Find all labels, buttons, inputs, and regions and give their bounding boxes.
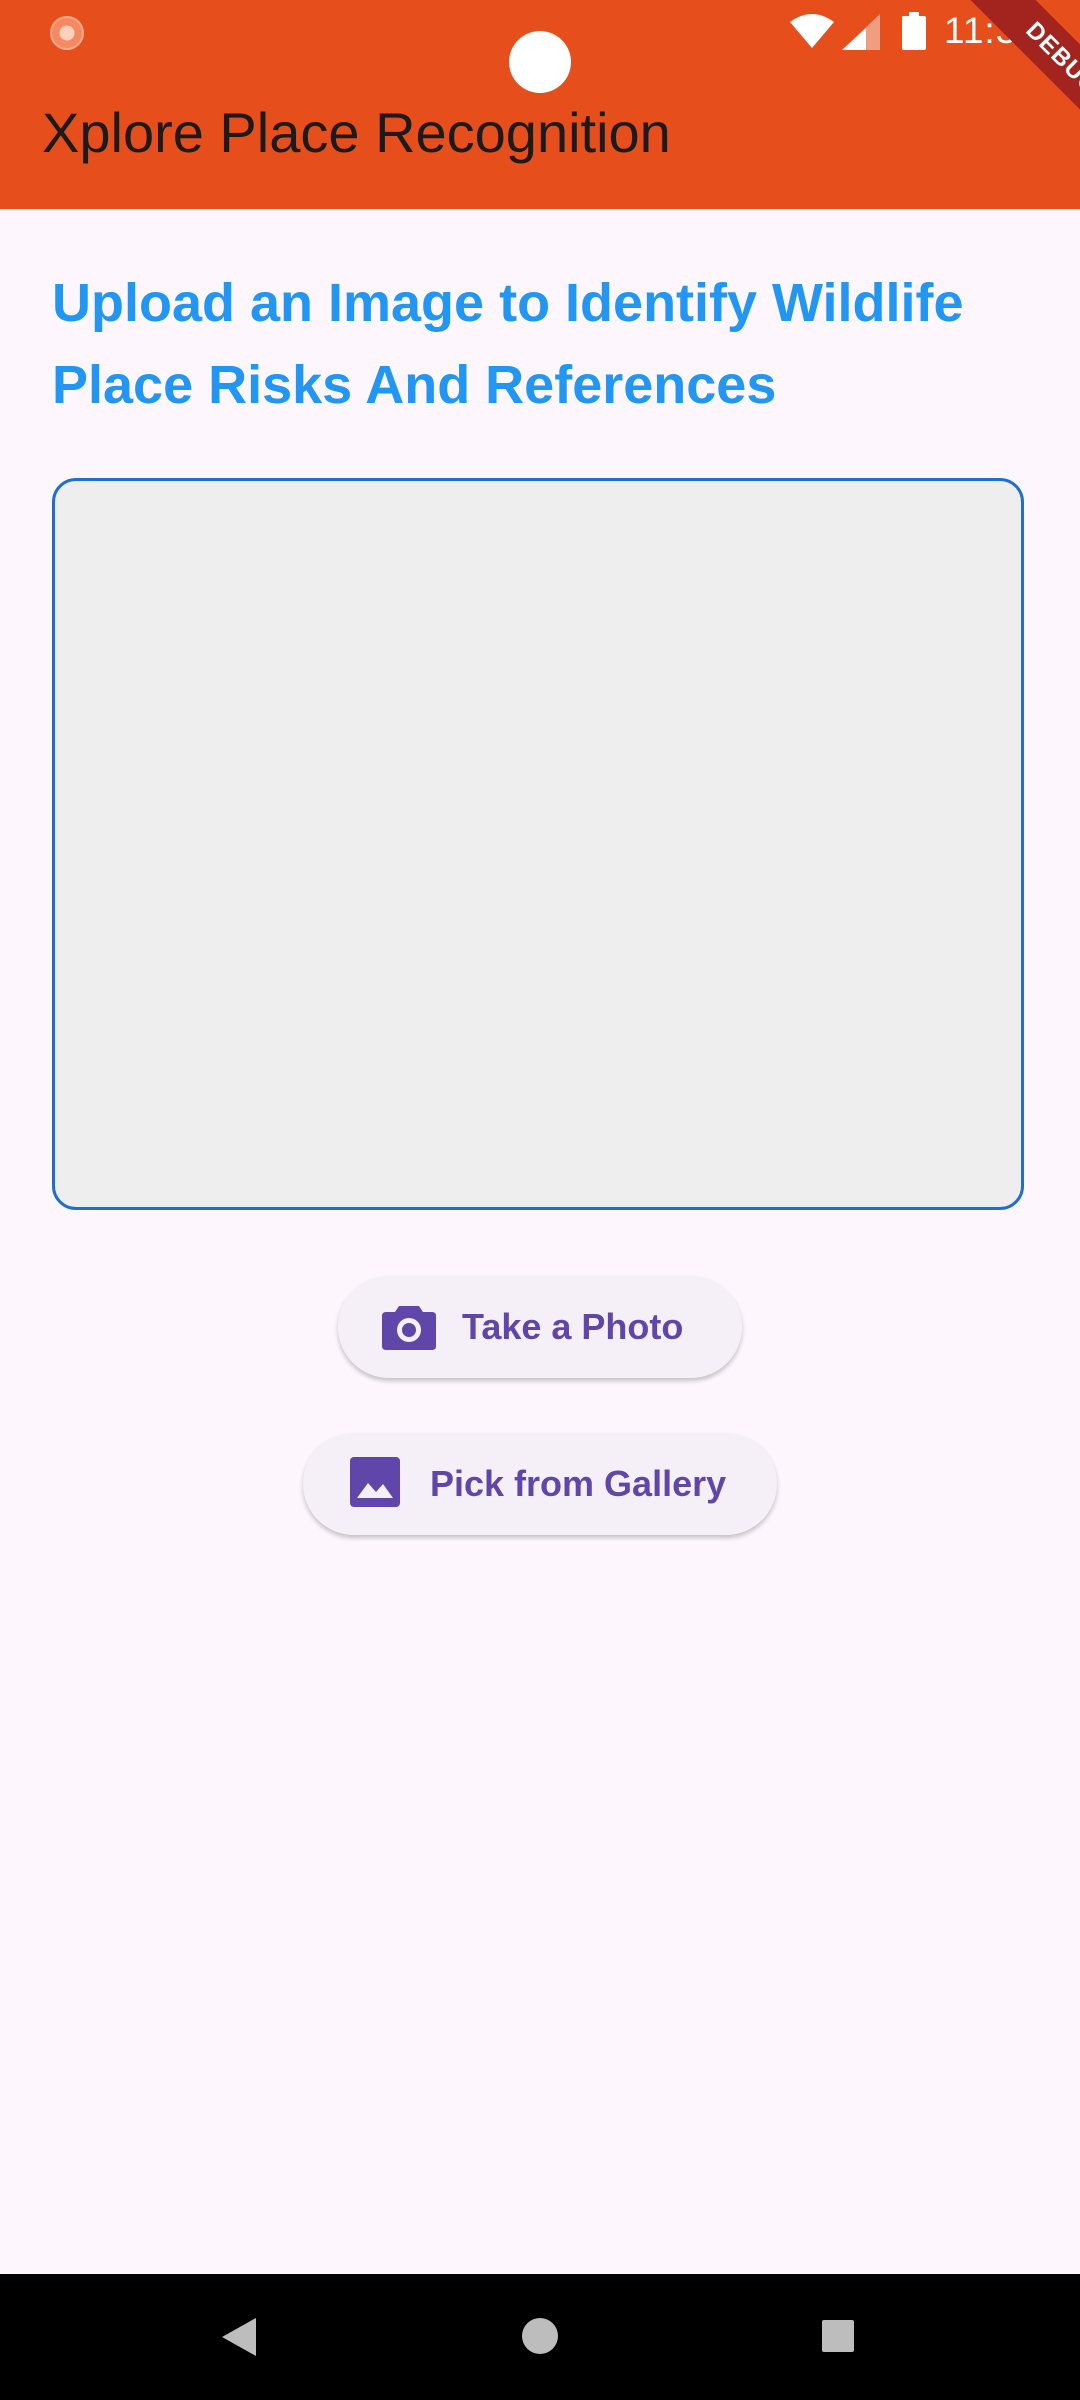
notification-icon [50, 16, 84, 50]
signal-icon [842, 14, 880, 55]
back-icon[interactable] [222, 2318, 256, 2361]
take-photo-label: Take a Photo [462, 1306, 684, 1347]
recents-icon[interactable] [822, 2320, 854, 2357]
page-heading: Upload an Image to Identify Wildlife Pla… [52, 273, 964, 415]
camera-icon [382, 1300, 436, 1354]
system-nav-bar [0, 2274, 1080, 2400]
pick-from-gallery-label: Pick from Gallery [430, 1463, 727, 1504]
home-icon[interactable] [522, 2318, 558, 2359]
app-bar: 11:33 DEBUG Xplore Place Recognition [0, 0, 1080, 209]
image-icon [350, 1457, 404, 1511]
take-photo-button[interactable]: Take a Photo [338, 1276, 742, 1378]
pick-from-gallery-button[interactable]: Pick from Gallery [303, 1433, 777, 1535]
status-time: 11:33 [944, 10, 1039, 51]
wifi-icon [790, 14, 834, 53]
image-preview-placeholder [52, 478, 1024, 1210]
app-title: Xplore Place Recognition [42, 101, 671, 164]
battery-icon [902, 12, 926, 55]
front-camera-cutout [509, 31, 571, 93]
